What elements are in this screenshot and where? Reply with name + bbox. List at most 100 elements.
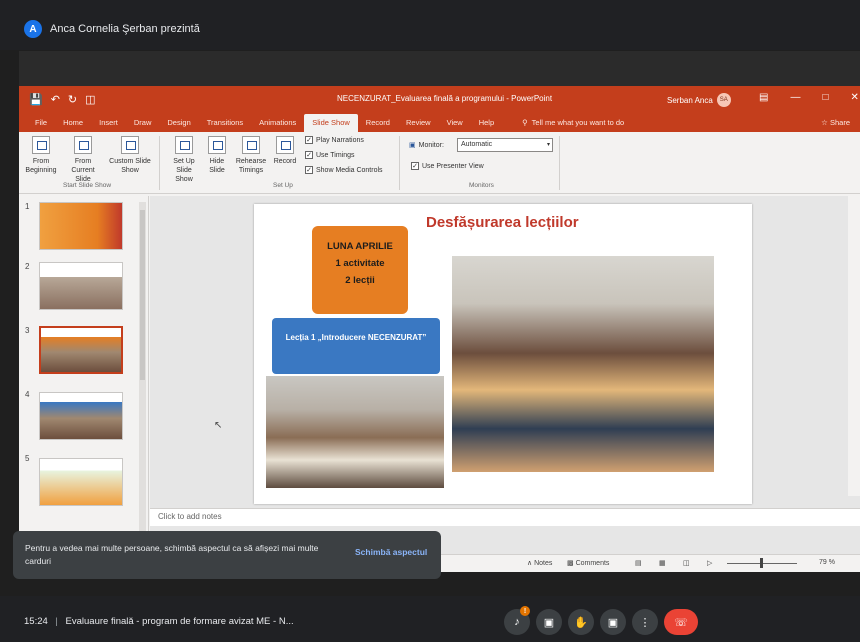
tab-animations[interactable]: Animations xyxy=(251,118,304,132)
custom-show-button[interactable]: Custom Slide Show xyxy=(109,136,151,175)
toast-message: Pentru a vedea mai multe persoane, schim… xyxy=(25,543,319,566)
slideshow-view-icon[interactable]: ▷ xyxy=(707,559,712,567)
minimize-icon[interactable]: — xyxy=(790,92,800,103)
document-title: NECENZURAT_Evaluarea finală a programulu… xyxy=(337,94,553,103)
record-button[interactable]: Record xyxy=(271,136,299,166)
tab-file[interactable]: File xyxy=(27,118,55,132)
tab-design[interactable]: Design xyxy=(159,118,198,132)
slide-thumbnail[interactable] xyxy=(39,202,123,250)
rehearse-button[interactable]: Rehearse Timings xyxy=(233,136,269,175)
slide-thumbnail[interactable] xyxy=(39,392,123,440)
use-timings-label: Use Timings xyxy=(316,151,355,159)
thumbnails-scrollbar[interactable] xyxy=(139,202,146,562)
hang-up-icon: ☏ xyxy=(674,616,688,629)
scrollbar-thumb[interactable] xyxy=(140,210,145,380)
editor-scrollbar[interactable] xyxy=(848,196,860,496)
ribbon-divider xyxy=(399,136,400,190)
redo-icon[interactable]: ↻ xyxy=(68,93,77,106)
quick-access-toolbar: 💾 ↶ ↻ ◫ xyxy=(19,93,96,106)
close-icon[interactable]: ✕ xyxy=(851,92,859,103)
record-icon xyxy=(276,136,294,154)
thumb-number: 3 xyxy=(25,326,30,335)
tab-review[interactable]: Review xyxy=(398,118,439,132)
normal-view-icon[interactable]: ▤ xyxy=(635,559,642,567)
hide-slide-icon xyxy=(208,136,226,154)
slideshow-current-icon xyxy=(74,136,92,154)
thumb-number: 1 xyxy=(25,202,30,211)
custom-show-icon xyxy=(121,136,139,154)
tab-view[interactable]: View xyxy=(439,118,471,132)
tab-slide-show[interactable]: Slide Show xyxy=(304,114,358,132)
group-start-label: Start Slide Show xyxy=(63,182,112,189)
undo-icon[interactable]: ↶ xyxy=(51,93,60,106)
orange-line-2: 1 activitate xyxy=(335,258,385,269)
tell-me-label: Tell me what you want to do xyxy=(531,118,625,127)
notes-button[interactable]: ∧ Notes xyxy=(527,559,552,567)
checkbox-checked-icon: ✓ xyxy=(411,162,419,170)
save-icon[interactable]: 💾 xyxy=(29,93,43,106)
layout-toast: Pentru a vedea mai multe persoane, schim… xyxy=(13,531,441,579)
restore-icon[interactable]: □ xyxy=(822,92,828,103)
powerpoint-window: 💾 ↶ ↻ ◫ NECENZURAT_Evaluarea finală a pr… xyxy=(19,86,860,572)
monitor-select[interactable]: Automatic ▾ xyxy=(457,138,553,152)
notes-pane[interactable]: Click to add notes xyxy=(150,508,860,526)
zoom-level[interactable]: 79 % xyxy=(819,559,835,566)
checkbox-checked-icon: ✓ xyxy=(305,151,313,159)
more-options-button[interactable]: ⋮ xyxy=(632,609,658,635)
window-controls: ▤ — □ ✕ xyxy=(759,92,859,103)
camera-button[interactable]: ▣ xyxy=(536,609,562,635)
thumb-number: 2 xyxy=(25,262,30,271)
current-slide[interactable]: Desfășurarea lecțiilor LUNA APRILIE 1 ac… xyxy=(254,204,752,504)
change-layout-button[interactable]: Schimbă aspectul xyxy=(355,547,427,557)
presenter-view-checkbox[interactable]: ✓ Use Presenter View xyxy=(411,162,484,170)
presenter-view-label: Use Presenter View xyxy=(422,162,484,170)
checkbox-checked-icon: ✓ xyxy=(305,136,313,144)
meeting-info: 15:24 | Evaluaure finală - program de fo… xyxy=(24,616,294,627)
tab-home[interactable]: Home xyxy=(55,118,91,132)
start-show-icon[interactable]: ◫ xyxy=(85,93,95,106)
present-icon: ▣ xyxy=(607,616,619,629)
tell-me-search[interactable]: ⚲ Tell me what you want to do xyxy=(502,118,632,132)
use-timings-checkbox[interactable]: ✓ Use Timings xyxy=(305,151,355,159)
mouse-cursor-icon: ↖ xyxy=(214,420,223,431)
present-button[interactable]: ▣ xyxy=(600,609,626,635)
setup-show-button[interactable]: Set Up Slide Show xyxy=(167,136,201,184)
from-current-button[interactable]: From Current Slide xyxy=(63,136,103,184)
slide-title: Desfășurarea lecțiilor xyxy=(426,214,579,231)
comments-button[interactable]: ▩ Comments xyxy=(567,559,609,567)
presenter-label: Anca Cornelia Şerban prezintă xyxy=(50,23,200,35)
tab-help[interactable]: Help xyxy=(471,118,502,132)
ribbon-divider xyxy=(159,136,160,190)
ribbon-display-icon[interactable]: ▤ xyxy=(759,92,768,103)
slide-thumbnail[interactable] xyxy=(39,458,123,506)
reading-view-icon[interactable]: ◫ xyxy=(683,559,690,567)
presenter-banner: A Anca Cornelia Şerban prezintă xyxy=(24,20,200,38)
leave-call-button[interactable]: ☏ xyxy=(664,609,698,635)
group-setup-label: Set Up xyxy=(273,182,293,189)
zoom-slider-thumb[interactable] xyxy=(760,558,763,568)
hide-slide-button[interactable]: Hide Slide xyxy=(205,136,229,175)
monitor-icon: ▣ xyxy=(409,142,416,149)
raise-hand-button[interactable]: ✋ xyxy=(568,609,594,635)
tab-draw[interactable]: Draw xyxy=(126,118,160,132)
tab-insert[interactable]: Insert xyxy=(91,118,126,132)
slide-thumbnail[interactable] xyxy=(39,262,123,310)
meeting-title: Evaluaure finală - program de formare av… xyxy=(65,616,294,627)
classroom-photo-left xyxy=(266,376,444,488)
user-account[interactable]: Serban Anca SA xyxy=(667,93,731,107)
show-media-checkbox[interactable]: ✓ Show Media Controls xyxy=(305,166,383,174)
slide-thumbnail-selected[interactable] xyxy=(39,326,123,374)
tab-transitions[interactable]: Transitions xyxy=(199,118,251,132)
tab-record[interactable]: Record xyxy=(358,118,398,132)
share-button[interactable]: ☆ Share xyxy=(821,118,850,127)
from-beginning-button[interactable]: From Beginning xyxy=(23,136,59,175)
from-beginning-label: From Beginning xyxy=(25,158,57,174)
slide-edit-area: Desfășurarea lecțiilor LUNA APRILIE 1 ac… xyxy=(150,196,860,572)
hand-icon: ✋ xyxy=(574,616,588,629)
ribbon-tabs: File Home Insert Draw Design Transitions… xyxy=(19,112,860,132)
slide-sorter-icon[interactable]: ▦ xyxy=(659,559,666,567)
share-label: Share xyxy=(829,118,850,127)
monitor-label: ▣ Monitor: xyxy=(409,141,444,150)
record-label: Record xyxy=(273,158,297,165)
play-narrations-checkbox[interactable]: ✓ Play Narrations xyxy=(305,136,364,144)
